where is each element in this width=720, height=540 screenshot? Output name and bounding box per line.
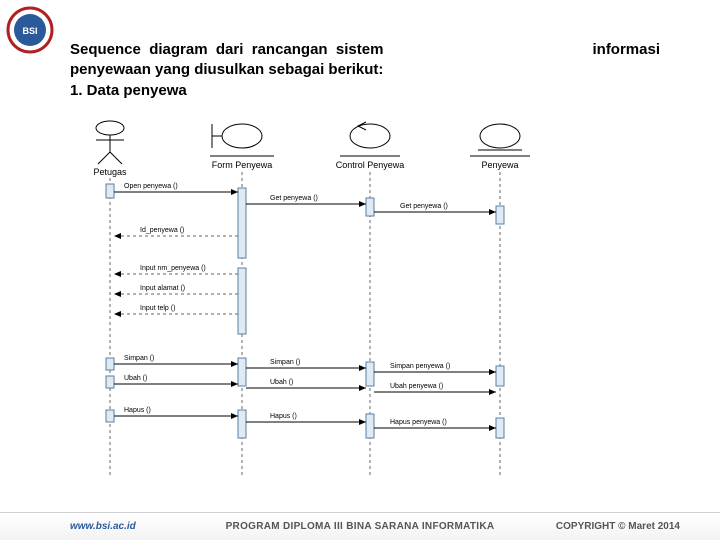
- control-penyewa: Control Penyewa: [336, 122, 405, 170]
- label-form: Form Penyewa: [212, 160, 273, 170]
- heading-part-a: Sequence diagram dari rancangan sistem: [70, 40, 383, 60]
- activation: [366, 198, 374, 216]
- actor-petugas: Petugas: [93, 121, 127, 177]
- activation: [238, 410, 246, 438]
- activation: [366, 362, 374, 386]
- activation: [106, 410, 114, 422]
- msg: Input nm_penyewa (): [140, 265, 206, 272]
- msg: Input alamat (): [140, 285, 185, 292]
- footer-url: www.bsi.ac.id: [70, 521, 136, 532]
- msg: Ubah penyewa (): [390, 383, 443, 390]
- msg: Hapus (): [270, 413, 297, 420]
- msg: Simpan (): [270, 359, 300, 366]
- msg: Input telp (): [140, 305, 175, 312]
- msg: Ubah (): [124, 375, 147, 382]
- footer-program: PROGRAM DIPLOMA III BINA SARANA INFORMAT…: [226, 521, 495, 532]
- activation: [106, 184, 114, 198]
- heading-part-b: informasi: [592, 40, 660, 60]
- boundary-form: Form Penyewa: [210, 124, 274, 170]
- activation: [238, 358, 246, 386]
- msg: Id_penyewa (): [140, 227, 184, 234]
- label-entity: Penyewa: [481, 160, 518, 170]
- activation: [238, 268, 246, 334]
- msg: Hapus penyewa (): [390, 419, 447, 426]
- svg-text:BSI: BSI: [22, 26, 37, 36]
- activation: [106, 376, 114, 388]
- slide-heading: Sequence diagram dari rancangan sistem i…: [70, 40, 660, 101]
- msg: Simpan penyewa (): [390, 363, 450, 370]
- msg: Get penyewa (): [270, 195, 318, 202]
- msg: Open penyewa (): [124, 183, 178, 190]
- msg: Simpan (): [124, 355, 154, 362]
- msg: Hapus (): [124, 407, 151, 414]
- heading-line3: 1. Data penyewa: [70, 81, 660, 101]
- activation: [496, 206, 504, 224]
- activation: [238, 188, 246, 258]
- activation: [106, 358, 114, 370]
- activation: [496, 418, 504, 438]
- footer-copyright: COPYRIGHT © Maret 2014: [556, 521, 680, 532]
- footer-bar: www.bsi.ac.id PROGRAM DIPLOMA III BINA S…: [0, 512, 720, 540]
- entity-penyewa: Penyewa: [470, 124, 530, 170]
- msg: Get penyewa (): [400, 203, 448, 210]
- label-control: Control Penyewa: [336, 160, 405, 170]
- activation: [496, 366, 504, 386]
- msg: Ubah (): [270, 379, 293, 386]
- label-petugas: Petugas: [93, 167, 127, 177]
- sequence-diagram: Petugas Form Penyewa Control Penyewa Pen…: [70, 118, 610, 488]
- heading-line2: penyewaan yang diusulkan sebagai berikut…: [70, 60, 660, 80]
- bsi-logo: BSI: [6, 6, 54, 54]
- activation: [366, 414, 374, 438]
